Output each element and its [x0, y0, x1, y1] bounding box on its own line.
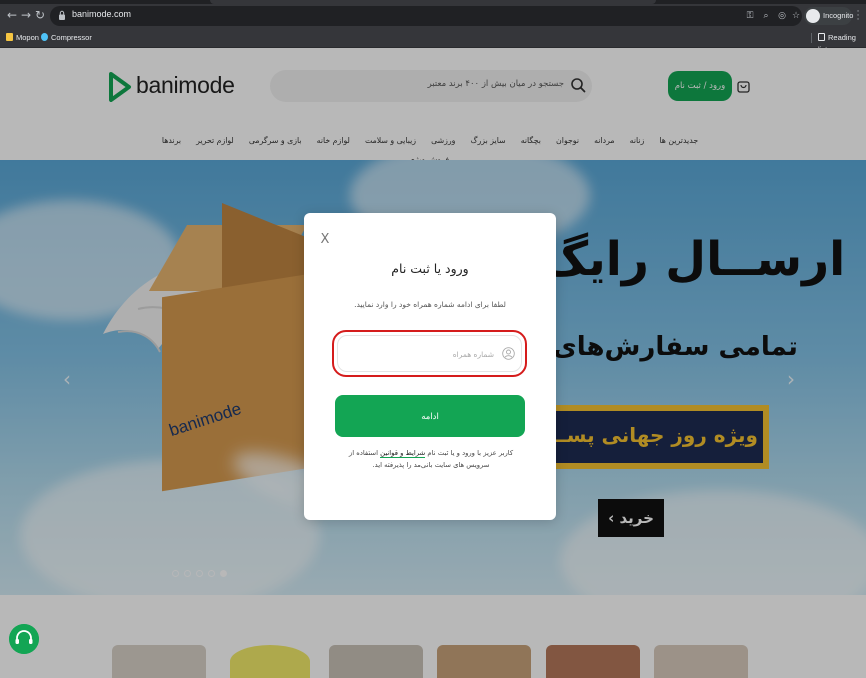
terms-suffix: سرویس های سایت بانی‌مد را پذیرفته اید. — [372, 461, 490, 469]
menu-icon[interactable]: · · · — [855, 8, 861, 25]
zoom-icon[interactable]: ⌕ — [760, 10, 772, 22]
modal-title: ورود یا ثبت نام — [391, 261, 469, 276]
url-text: banimode.com — [72, 9, 132, 19]
address-bar[interactable]: banimode.com ⚿ ⌕ ◎ ☆ — [50, 6, 802, 26]
bookmark-label: Mopon — [16, 33, 39, 42]
close-icon[interactable]: X — [318, 233, 332, 247]
page: banimode جستجو در میان بیش از ۴۰۰ برند م… — [0, 48, 866, 678]
phone-field-highlight — [332, 330, 527, 377]
browser-toolbar: ← → ↻ banimode.com ⚿ ⌕ ◎ ☆ Incognito · · · — [0, 4, 866, 28]
incognito-icon — [806, 9, 820, 23]
continue-button[interactable]: ادامه — [335, 395, 525, 437]
phone-field[interactable] — [337, 335, 522, 372]
support-chat-icon[interactable] — [9, 624, 39, 654]
incognito-profile[interactable]: Incognito — [804, 7, 854, 25]
terms-mid: استفاده از — [348, 449, 378, 457]
bookmarks-bar: Mopon Compressor Reading list — [0, 28, 866, 54]
bookmark-mopon[interactable]: Mopon — [6, 32, 39, 44]
user-icon — [502, 347, 515, 360]
reading-list-icon — [818, 33, 825, 41]
incognito-label: Incognito — [823, 11, 854, 20]
terms-prefix: کاربر عزیز با ورود و یا ثبت نام — [427, 449, 514, 457]
bookmark-compressor[interactable]: Compressor — [41, 32, 92, 44]
terms-text: کاربر عزیز با ورود و یا ثبت نام شرایط و … — [334, 447, 528, 471]
eye-slash-icon[interactable]: ◎ — [776, 10, 788, 22]
reading-list[interactable]: Reading list — [818, 32, 866, 54]
lock-icon — [59, 10, 65, 20]
login-modal: X ورود یا ثبت نام لطفا برای ادامه شماره … — [304, 213, 556, 520]
compressor-icon — [41, 33, 48, 41]
star-icon[interactable]: ☆ — [790, 10, 802, 22]
bookmarks-divider — [811, 33, 812, 43]
terms-link[interactable]: شرایط و قوانین — [380, 449, 426, 458]
key-icon[interactable]: ⚿ — [744, 10, 756, 22]
bookmark-label: Compressor — [51, 33, 92, 42]
reload-icon[interactable]: ↻ — [32, 7, 48, 23]
modal-subtitle: لطفا برای ادامه شماره همراه خود را وارد … — [354, 300, 506, 309]
folder-icon — [6, 33, 13, 41]
phone-input[interactable] — [346, 345, 494, 363]
